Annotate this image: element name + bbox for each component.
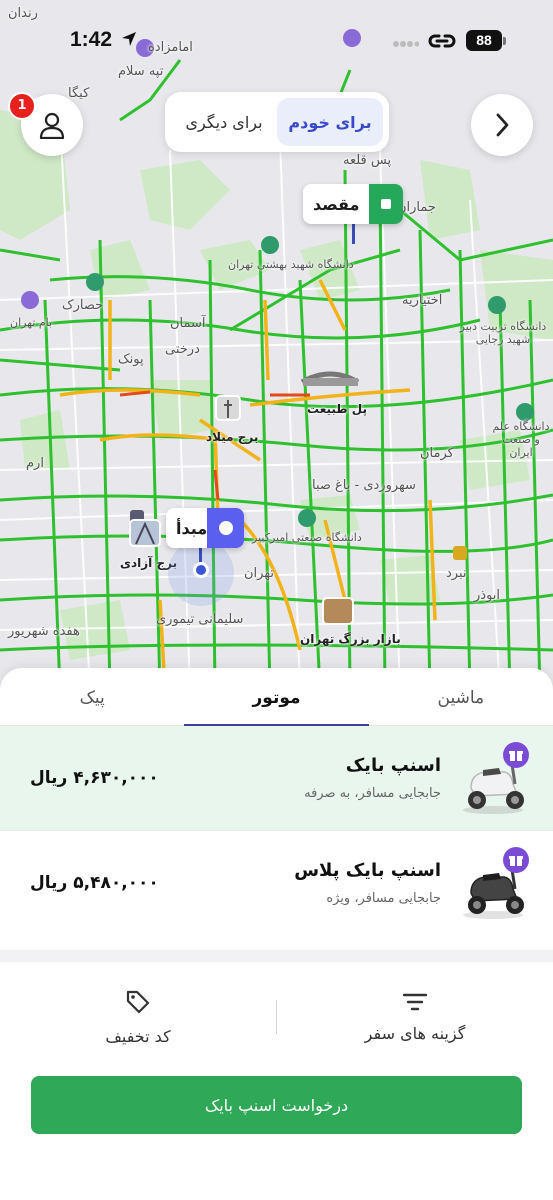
map-label: پونک [118,352,144,367]
map-label: برج میلاد [206,430,259,444]
map-label: درختی [165,342,200,357]
signal-icon [393,41,419,47]
map-label: بازار بزرگ تهران [300,632,401,646]
map-label: کرمان [420,446,454,461]
trip-options-button[interactable]: گزینه های سفر [277,992,553,1043]
map-label: هفده شهریور [8,624,80,639]
service-description: جابجایی مسافر، ویژه [326,890,441,906]
filter-icon [402,993,428,1010]
gift-icon [503,742,529,768]
map-label: پس قلعه [343,153,392,168]
destination-square-icon [369,184,403,224]
service-option-snapp-bike-plus[interactable]: اسنپ بایک پلاس جابجایی مسافر، ویژه ۵,۴۸۰… [0,830,553,934]
map-label: پل طبیعت [307,402,367,416]
link-icon [428,34,456,48]
discount-code-button[interactable]: کد تخفیف [0,989,276,1046]
request-ride-button[interactable]: درخواست اسنپ بایک [31,1076,522,1134]
map-label: سهروردی - باغ صبا [312,478,416,493]
scooter-image [453,738,533,818]
toggle-for-myself[interactable]: برای خودم [277,98,383,146]
origin-label: مبدأ [176,518,208,538]
tag-icon [126,990,150,1013]
tab-motorcycle[interactable]: موتور [184,668,370,726]
gift-icon [503,846,529,873]
map-label: نبرد [446,566,467,581]
status-time: 1:42 [70,28,113,51]
map-label: ارم [26,456,44,471]
forward-button[interactable] [471,94,533,156]
map-label: دانشگاه تربیت دبیر شهید رجایی [459,320,547,346]
service-text: اسنپ بایک جابجایی مسافر، به صرفه [159,755,441,801]
trip-options-row: گزینه های سفر کد تخفیف [0,962,553,1072]
origin-location-dot [193,562,209,578]
scooter-image [453,843,533,923]
status-bar: 1:42 88 [0,0,553,80]
map-label: دانشگاه علم و صنعت ایران [492,420,550,459]
destination-pin[interactable]: مقصد [303,184,403,224]
toggle-for-others[interactable]: برای دیگری [171,98,277,146]
section-divider [0,950,553,962]
map-label: کیگا [68,86,90,101]
location-arrow-icon [122,32,136,46]
notification-badge: 1 [8,92,36,120]
service-name: اسنپ بایک پلاس [294,859,441,881]
service-option-snapp-bike[interactable]: اسنپ بایک جابجایی مسافر، به صرفه ۴,۶۳۰,۰… [0,726,553,830]
user-icon [39,112,65,139]
vehicle-tabs: ماشین موتور پیک [0,668,553,726]
battery-cap [503,37,506,45]
battery-indicator: 88 [466,30,502,51]
ride-options-sheet: ماشین موتور پیک اسنپ بایک جابجایی مسافر،… [0,668,553,1200]
map-label: آسمان [170,316,206,331]
map-label: دانشگاه صنعتی امیرکبیر [252,531,362,544]
service-name: اسنپ بایک [345,755,441,776]
origin-circle-icon [207,508,244,548]
rider-toggle: برای خودم برای دیگری [165,92,389,152]
origin-pin[interactable]: مبدأ [166,508,244,548]
map-label: سلیمانی تیموری [156,612,244,627]
map-label: حصارک [62,298,104,313]
map-label: دانشگاه شهید بهشتی تهران [228,258,354,271]
map-label: بام تهران [10,316,53,329]
map-label: اختیاریه [402,293,443,308]
chevron-right-icon [496,113,509,137]
destination-pin-stem [352,224,355,244]
destination-label: مقصد [313,194,360,214]
service-price: ۴,۶۳۰,۰۰۰ ریال [30,768,159,788]
map-label: ابوذر [474,588,501,603]
discount-code-label: کد تخفیف [105,1026,171,1046]
service-price: ۵,۴۸۰,۰۰۰ ریال [30,872,159,893]
trip-options-label: گزینه های سفر [364,1023,466,1043]
tab-courier[interactable]: پیک [0,668,184,725]
service-description: جابجایی مسافر، به صرفه [304,786,441,801]
map-label: تهران [244,566,274,581]
service-text: اسنپ بایک پلاس جابجایی مسافر، ویژه [159,860,441,906]
tab-car[interactable]: ماشین [369,668,553,725]
